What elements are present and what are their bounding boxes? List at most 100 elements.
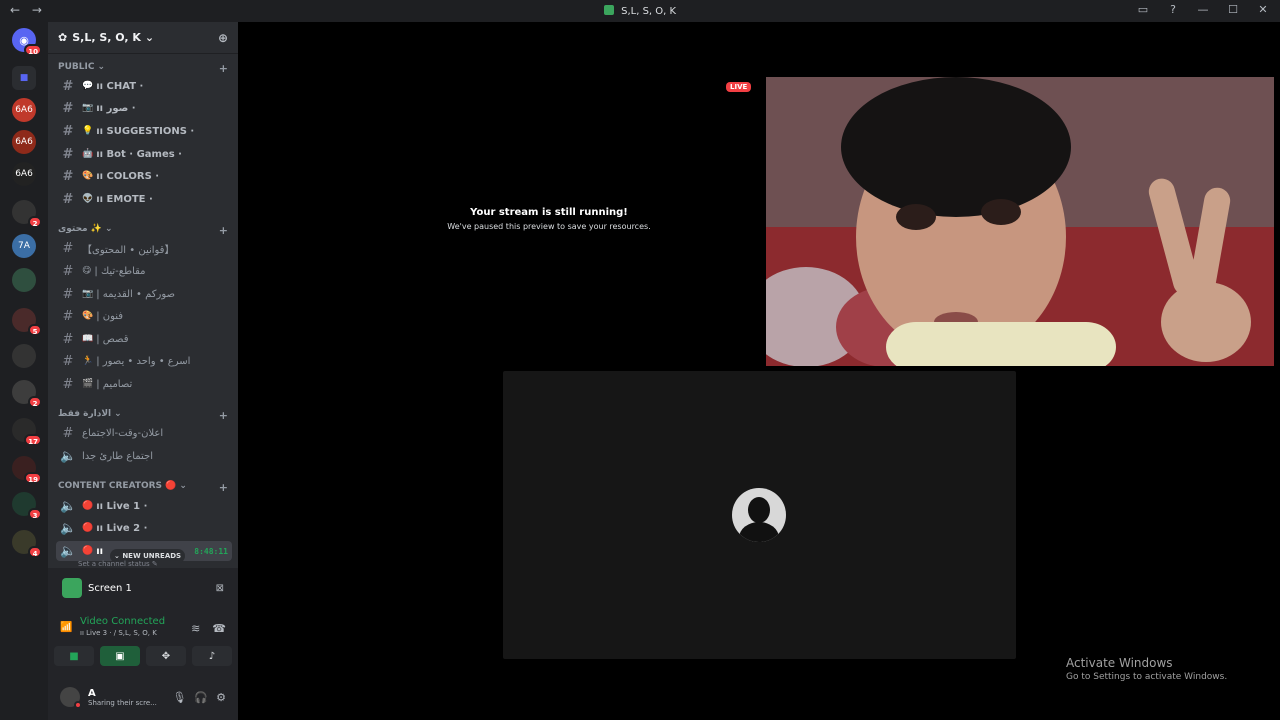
channel-chat[interactable]: # 💬 ıı CHAT · <box>56 76 232 96</box>
unread-badge: 2 <box>28 396 42 408</box>
server-icon-6a6-2[interactable]: 6A6 <box>12 130 36 154</box>
voice-channel-live-2[interactable]: 🔈 🔴 ıı Live 2 · <box>56 518 232 538</box>
screen-share-icon <box>62 578 82 598</box>
red-circle-icon: 🔴 <box>82 523 94 533</box>
gear-icon[interactable]: ⚙ <box>216 691 226 704</box>
category-public[interactable]: PUBLIC ⌄ + <box>58 62 228 75</box>
unread-badge: 5 <box>28 324 42 336</box>
user-video-tile[interactable] <box>503 371 1016 659</box>
disconnect-icon[interactable]: ☎ <box>212 622 226 635</box>
signal-icon: 📶 <box>60 622 73 633</box>
connection-status: 📶 Video Connected ıı Live 3 · / S,L, S, … <box>60 616 226 637</box>
inbox-icon[interactable]: ▭ <box>1136 3 1150 16</box>
speaker-icon: 🔈 <box>60 498 77 514</box>
titlebar-controls: ▭ ? — ☐ ✕ <box>1136 3 1270 16</box>
hash-icon: # <box>62 168 74 184</box>
speaker-icon: 🔈 <box>60 448 77 464</box>
unread-badge: 2 <box>28 216 42 228</box>
channel-photos[interactable]: # 📷 ıı صور · <box>56 98 232 118</box>
channel-stories[interactable]: # 📖 | قصص <box>56 329 232 349</box>
microphone-icon[interactable]: 🎙 <box>172 691 186 704</box>
hash-icon: # <box>62 331 74 347</box>
unread-badge: 10 <box>24 44 42 56</box>
server-icon-group-1[interactable]: 2 <box>12 200 42 228</box>
channel-tiktok-clips[interactable]: # 😋 | مقاطع-تيك <box>56 261 232 281</box>
channel-emote[interactable]: # 👽 ıı EMOTE · <box>56 189 232 209</box>
activities-button[interactable]: ✥ <box>146 646 186 666</box>
server-icon-group-5[interactable]: 2 <box>12 380 42 408</box>
channel-fastest[interactable]: # 🏃 | اسرع • واحد • يصور <box>56 351 232 371</box>
server-icon-group-6[interactable]: 17 <box>12 418 42 446</box>
server-icon-group-9[interactable]: 4 <box>12 530 42 558</box>
help-icon[interactable]: ? <box>1166 3 1180 16</box>
screen-share-button[interactable]: ▣ <box>100 646 140 666</box>
channel-meeting-time[interactable]: # اعلان-وقت-الاجتماع <box>56 423 232 443</box>
category-creators[interactable]: CONTENT CREATORS 🔴 ⌄ + <box>58 481 228 494</box>
channel-bot-games[interactable]: # 🤖 ıı Bot · Games · <box>56 144 232 164</box>
server-icon-6a6-1[interactable]: 6A6 <box>12 98 36 122</box>
server-icon-group-7[interactable]: 19 <box>12 456 42 484</box>
unread-badge: 4 <box>28 546 42 558</box>
chevron-down-icon: ⌄ <box>114 552 120 560</box>
voice-panel: Screen 1 ⊠ 📶 Video Connected ıı Live 3 ·… <box>48 568 238 720</box>
hash-icon: # <box>62 425 74 441</box>
category-admin[interactable]: الادارة فقط ⌄ + <box>58 409 228 422</box>
add-member-icon[interactable]: ⊕ <box>218 31 228 45</box>
server-icon-group-2[interactable] <box>12 268 36 292</box>
hash-icon: # <box>62 191 74 207</box>
server-icon-group-4[interactable] <box>12 344 36 368</box>
soundboard-icon: ♪ <box>208 650 216 662</box>
category-content[interactable]: محتوى ✨ ⌄ + <box>58 224 228 237</box>
channel-status[interactable]: Set a channel status ✎ <box>78 560 158 568</box>
status-dot <box>74 701 82 709</box>
add-channel-icon[interactable]: + <box>219 62 228 75</box>
add-channel-icon[interactable]: + <box>219 409 228 422</box>
hash-icon: # <box>62 263 74 279</box>
window-title: S,L, S, O, K <box>0 5 1280 17</box>
maximize-icon[interactable]: ☐ <box>1226 3 1240 16</box>
server-icon-group-3[interactable]: 5 <box>12 308 42 336</box>
server-icon-6a6-3[interactable]: 6A6 <box>12 162 36 186</box>
noise-suppression-icon[interactable]: ≋ <box>191 622 200 635</box>
hash-icon: # <box>62 78 74 94</box>
avatar[interactable] <box>60 687 82 709</box>
red-circle-icon: 🔴 <box>82 546 94 556</box>
minimize-icon[interactable]: — <box>1196 3 1210 16</box>
channel-arts[interactable]: # 🎨 | فنون <box>56 306 232 326</box>
channel-content-rules[interactable]: # 【قوانين • المحتوى】 <box>56 238 232 258</box>
add-channel-icon[interactable]: + <box>219 224 228 237</box>
pencil-icon: ✎ <box>151 560 158 568</box>
camera-video-tile[interactable] <box>766 77 1274 366</box>
camera-button[interactable]: ■ <box>54 646 94 666</box>
connection-detail[interactable]: ıı Live 3 · / S,L, S, O, K <box>80 629 165 637</box>
voice-channel-emergency[interactable]: 🔈 اجتماع طارئ جدا <box>56 446 232 466</box>
headphones-icon[interactable]: 🎧 <box>194 691 208 704</box>
speaker-icon: 🔈 <box>60 520 77 536</box>
add-channel-icon[interactable]: + <box>219 481 228 494</box>
home-icon[interactable]: ◉ 10 <box>12 28 42 56</box>
hash-icon: # <box>62 353 74 369</box>
server-icon-group-8[interactable]: 3 <box>12 492 42 520</box>
channel-old-photos[interactable]: # 📷 | صوركم • القديمه <box>56 284 232 304</box>
stream-area: Your stream is still running! We've paus… <box>238 22 1280 720</box>
stop-screen-icon[interactable]: ⊠ <box>216 583 224 594</box>
unread-badge: 17 <box>24 434 42 446</box>
server-list: ◉ 10 ■ 6A6 6A6 6A6 2 7A 5 2 17 19 3 4 <box>0 22 48 720</box>
hash-icon: # <box>62 123 74 139</box>
chevron-down-icon: ⌄ <box>97 62 105 72</box>
chevron-down-icon: ⌄ <box>104 224 113 234</box>
soundboard-button[interactable]: ♪ <box>192 646 232 666</box>
close-icon[interactable]: ✕ <box>1256 3 1270 16</box>
voice-buttons: ■ ▣ ✥ ♪ <box>54 646 232 666</box>
live-badge: LIVE <box>726 82 752 92</box>
server-header[interactable]: ✿ S,L, S, O, K ⌄ ⊕ <box>48 22 238 54</box>
server-icon-7a[interactable]: 7A <box>12 234 36 258</box>
hash-icon: # <box>62 146 74 162</box>
hash-icon: # <box>62 100 74 116</box>
channel-designs[interactable]: # 🎬 | تصاميم <box>56 374 232 394</box>
channel-colors[interactable]: # 🎨 ıı COLORS · <box>56 166 232 186</box>
video-frame <box>766 77 1274 366</box>
voice-channel-live-1[interactable]: 🔈 🔴 ıı Live 1 · <box>56 496 232 516</box>
channel-suggestions[interactable]: # 💡 ıı SUGGESTIONS · <box>56 121 232 141</box>
folder-icon[interactable]: ■ <box>12 66 36 90</box>
